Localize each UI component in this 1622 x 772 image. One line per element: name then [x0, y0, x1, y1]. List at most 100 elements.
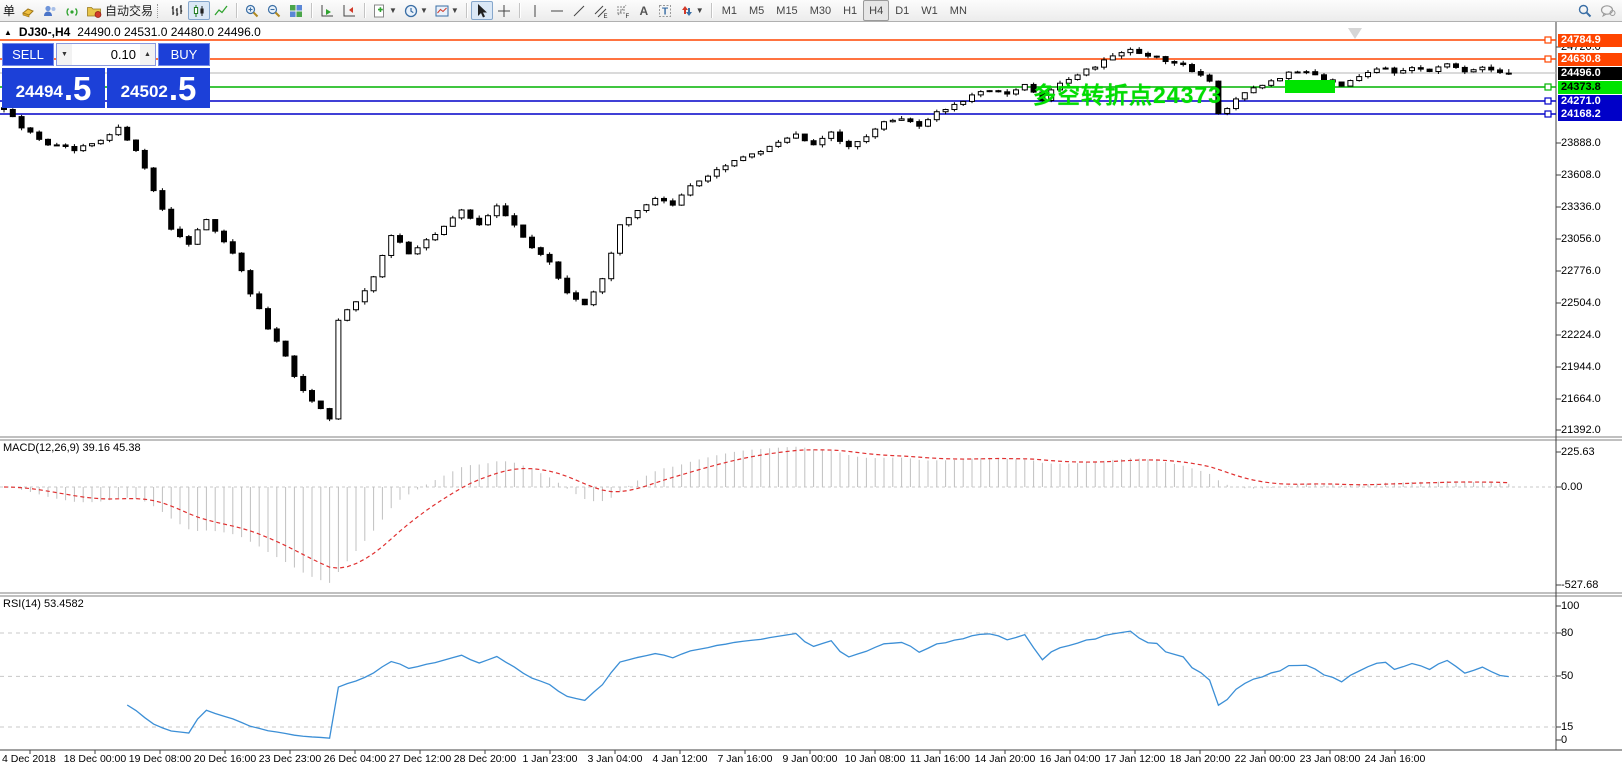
signals-icon[interactable] [61, 1, 83, 20]
rsi-axis-tick: 15 [1561, 721, 1574, 733]
time-axis-label: 7 Jan 16:00 [717, 753, 773, 765]
chart-title: ▲ DJ30-,H4 24490.0 24531.0 24480.0 24496… [4, 25, 261, 39]
autotrading-button[interactable]: 自动交易 [83, 1, 156, 20]
time-axis-label: 9 Jan 00:00 [782, 753, 838, 765]
text-label-tool[interactable]: T [654, 1, 676, 20]
time-axis-label: 4 Dec 2018 [2, 753, 56, 765]
price-badge: 24168.2 [1558, 107, 1622, 121]
crosshair-tool[interactable] [493, 1, 515, 20]
toolbar: 单 自动交易 ▼ ▼ ▼ E F A T ▼ M1 M5 M15 M30 H1 H4 D1 W… [0, 0, 1622, 22]
chevron-down-icon: ▼ [389, 6, 397, 15]
time-axis-label: 27 Dec 12:00 [388, 753, 452, 765]
time-axis-label: 16 Jan 04:00 [1039, 753, 1101, 765]
time-axis-label: 4 Jan 12:00 [652, 753, 708, 765]
trendline-tool[interactable] [568, 1, 590, 20]
price-axis-tick: 21944.0 [1561, 361, 1601, 373]
community-icon[interactable] [39, 1, 61, 20]
price-badge: 24496.0 [1558, 66, 1622, 80]
text-annotation[interactable]: 多空转折点24373 [1033, 76, 1222, 110]
text-tool[interactable]: A [634, 1, 654, 20]
svg-text:E: E [603, 14, 607, 19]
price-axis-tick: 22504.0 [1561, 297, 1601, 309]
time-axis-label: 10 Jan 08:00 [844, 753, 906, 765]
collapse-arrow-icon[interactable]: ▲ [4, 28, 12, 37]
equidistant-channel-tool[interactable]: E [590, 1, 612, 20]
volume-decrease-button[interactable]: ▼ [57, 44, 72, 65]
chart-window: ▲ DJ30-,H4 24490.0 24531.0 24480.0 24496… [0, 22, 1622, 772]
buy-button[interactable]: BUY [158, 43, 210, 66]
fibonacci-tool[interactable]: F [612, 1, 634, 20]
zoom-out-icon[interactable] [263, 1, 285, 20]
price-badge: 24373.8 [1558, 80, 1622, 94]
time-axis-label: 3 Jan 04:00 [587, 753, 643, 765]
timeframe-d1[interactable]: D1 [889, 0, 915, 21]
arrows-tool[interactable]: ▼ [676, 1, 707, 20]
one-click-trading-panel: SELL ▼ ▲ BUY 24494 .5 24502 .5 [2, 43, 210, 108]
chart-shift-icon[interactable] [338, 1, 360, 20]
bar-chart-icon[interactable] [166, 1, 188, 20]
periods-button[interactable]: ▼ [400, 1, 431, 20]
time-axis-label: 28 Dec 20:00 [453, 753, 517, 765]
new-order-button[interactable]: 单 [3, 2, 15, 19]
rsi-axis-tick: 0 [1561, 734, 1568, 746]
sell-price[interactable]: 24494 .5 [2, 68, 105, 108]
price-axis-tick: 23336.0 [1561, 201, 1601, 213]
timeframe-m30[interactable]: M30 [804, 0, 837, 21]
time-axis-label: 26 Dec 04:00 [323, 753, 387, 765]
time-axis-label: 24 Jan 16:00 [1364, 753, 1426, 765]
time-axis-label: 23 Jan 08:00 [1299, 753, 1361, 765]
timeframe-m15[interactable]: M15 [770, 0, 803, 21]
zoom-in-icon[interactable] [241, 1, 263, 20]
rsi-axis-tick: 80 [1561, 627, 1574, 639]
time-axis-label: 20 Dec 16:00 [193, 753, 257, 765]
autotrading-label: 自动交易 [105, 4, 154, 18]
new-chart-button[interactable]: ▼ [369, 1, 400, 20]
timeframe-h1[interactable]: H1 [837, 0, 863, 21]
volume-input[interactable] [72, 44, 140, 65]
chat-icon[interactable] [1596, 1, 1619, 20]
price-axis-tick: 23888.0 [1561, 137, 1601, 149]
time-axis-label: 19 Dec 08:00 [128, 753, 192, 765]
chevron-down-icon: ▼ [419, 6, 428, 15]
chart-canvas[interactable] [0, 22, 1622, 772]
macd-axis-tick: 0.00 [1561, 481, 1583, 493]
macd-indicator-label: MACD(12,26,9) 39.16 45.38 [3, 442, 141, 454]
time-axis-label: 14 Jan 20:00 [974, 753, 1036, 765]
cursor-tool[interactable] [470, 1, 493, 20]
price-axis-tick: 21392.0 [1561, 424, 1601, 436]
timeframe-group: M1 M5 M15 M30 H1 H4 D1 W1 MN [716, 0, 973, 21]
tile-windows-icon[interactable] [285, 1, 307, 20]
timeframe-mn[interactable]: MN [944, 0, 973, 21]
rsi-axis-tick: 50 [1561, 670, 1574, 682]
chevron-down-icon: ▼ [695, 6, 704, 15]
candlestick-chart-icon[interactable] [188, 1, 211, 20]
rsi-indicator-label: RSI(14) 53.4582 [3, 598, 84, 610]
volume-stepper: ▼ ▲ [56, 43, 156, 66]
search-icon[interactable] [1574, 1, 1596, 20]
symbol-period: DJ30-,H4 [18, 25, 71, 39]
timeframe-h4[interactable]: H4 [863, 0, 890, 21]
templates-button[interactable]: ▼ [431, 1, 462, 20]
volume-increase-button[interactable]: ▲ [140, 44, 155, 65]
time-axis-label: 18 Dec 00:00 [63, 753, 127, 765]
ohlc-values: 24490.0 24531.0 24480.0 24496.0 [77, 25, 261, 39]
svg-text:F: F [625, 14, 629, 19]
price-badge: 24784.9 [1558, 33, 1622, 47]
sell-button[interactable]: SELL [2, 43, 54, 66]
horizontal-line-tool[interactable] [546, 1, 568, 20]
market-watch-gold-icon[interactable] [17, 1, 39, 20]
time-axis-label: 11 Jan 16:00 [910, 753, 970, 765]
time-axis-label: 22 Jan 00:00 [1234, 753, 1296, 765]
rsi-axis-tick: 100 [1561, 600, 1580, 612]
vertical-line-tool[interactable] [524, 1, 546, 20]
auto-scroll-icon[interactable] [316, 1, 338, 20]
timeframe-w1[interactable]: W1 [915, 0, 944, 21]
price-axis-tick: 21664.0 [1561, 393, 1601, 405]
macd-axis-tick: 225.63 [1561, 446, 1595, 458]
price-axis-tick: 22776.0 [1561, 265, 1601, 277]
buy-price[interactable]: 24502 .5 [107, 68, 210, 108]
timeframe-m1[interactable]: M1 [716, 0, 743, 21]
time-axis-label: 18 Jan 20:00 [1169, 753, 1231, 765]
timeframe-m5[interactable]: M5 [743, 0, 770, 21]
line-chart-icon[interactable] [210, 1, 232, 20]
